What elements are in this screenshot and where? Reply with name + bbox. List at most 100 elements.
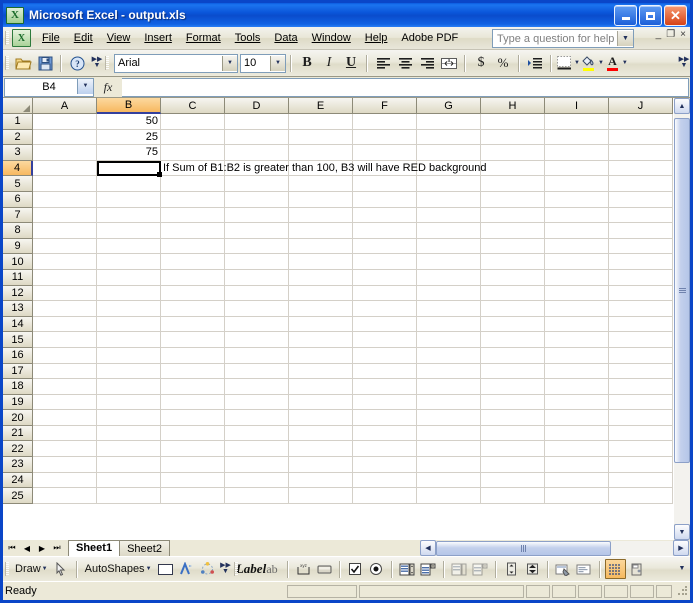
- cell-c23[interactable]: [161, 457, 225, 473]
- row-header-11[interactable]: 11: [3, 269, 33, 286]
- cell-c16[interactable]: [161, 347, 225, 364]
- column-header-i[interactable]: I: [545, 98, 609, 114]
- cell-g16[interactable]: [417, 347, 481, 364]
- align-right-button[interactable]: [416, 52, 438, 74]
- cell-h7[interactable]: [481, 207, 545, 224]
- row-header-18[interactable]: 18: [3, 379, 33, 395]
- cell-e23[interactable]: [289, 457, 353, 473]
- column-header-j[interactable]: J: [609, 98, 673, 114]
- cell-g8[interactable]: [417, 223, 481, 239]
- cell-h19[interactable]: [481, 394, 545, 411]
- cell-a17[interactable]: [33, 363, 97, 380]
- save-button[interactable]: [34, 52, 56, 74]
- cell-j13[interactable]: [609, 301, 673, 317]
- form-dropedit-button[interactable]: [470, 559, 491, 579]
- cell-f15[interactable]: [353, 332, 417, 348]
- cell-f20[interactable]: [353, 410, 417, 426]
- cell-i4[interactable]: [545, 160, 609, 177]
- horizontal-scroll-track[interactable]: [436, 540, 673, 556]
- cell-d10[interactable]: [225, 254, 289, 270]
- cell-h14[interactable]: [481, 316, 545, 333]
- font-color-button[interactable]: A: [604, 52, 621, 74]
- rectangle-button[interactable]: [155, 559, 176, 579]
- row-header-19[interactable]: 19: [3, 394, 33, 411]
- cell-f18[interactable]: [353, 379, 417, 395]
- cell-d19[interactable]: [225, 394, 289, 411]
- row-header-10[interactable]: 10: [3, 254, 33, 270]
- cell-h2[interactable]: [481, 129, 545, 146]
- cell-g11[interactable]: [417, 269, 481, 286]
- cell-b16[interactable]: [97, 347, 161, 364]
- cell-a8[interactable]: [33, 223, 97, 239]
- cell-f5[interactable]: [353, 176, 417, 192]
- cell-j16[interactable]: [609, 347, 673, 364]
- cell-b24[interactable]: [97, 472, 161, 489]
- cell-g2[interactable]: [417, 129, 481, 146]
- cell-e13[interactable]: [289, 301, 353, 317]
- cell-e22[interactable]: [289, 441, 353, 458]
- cell-b19[interactable]: [97, 394, 161, 411]
- cell-e25[interactable]: [289, 488, 353, 504]
- cell-c17[interactable]: [161, 363, 225, 380]
- cell-h15[interactable]: [481, 332, 545, 348]
- form-label-button[interactable]: Label: [236, 559, 266, 579]
- cell-a15[interactable]: [33, 332, 97, 348]
- cell-e14[interactable]: [289, 316, 353, 333]
- merge-and-center-button[interactable]: a: [438, 52, 460, 74]
- sheet-tab-sheet2[interactable]: Sheet2: [119, 540, 170, 556]
- cell-a12[interactable]: [33, 285, 97, 302]
- cell-j11[interactable]: [609, 269, 673, 286]
- cell-f2[interactable]: [353, 129, 417, 146]
- cell-i11[interactable]: [545, 269, 609, 286]
- cell-j3[interactable]: [609, 145, 673, 161]
- cell-d8[interactable]: [225, 223, 289, 239]
- cell-d20[interactable]: [225, 410, 289, 426]
- cell-b15[interactable]: [97, 332, 161, 348]
- insert-diagram-button[interactable]: [197, 559, 218, 579]
- vertical-scroll-track[interactable]: [674, 114, 690, 524]
- cell-f10[interactable]: [353, 254, 417, 270]
- cell-g14[interactable]: [417, 316, 481, 333]
- resize-grip-icon[interactable]: [677, 585, 688, 597]
- row-header-24[interactable]: 24: [3, 472, 33, 489]
- cell-g17[interactable]: [417, 363, 481, 380]
- row-header-15[interactable]: 15: [3, 332, 33, 348]
- next-sheet-button[interactable]: ▶: [35, 541, 49, 555]
- doc-minimize-button[interactable]: _: [656, 30, 662, 40]
- insert-function-button[interactable]: fx: [94, 80, 122, 95]
- cell-b4[interactable]: [97, 160, 162, 177]
- cell-g18[interactable]: [417, 379, 481, 395]
- formatting-grip-handle[interactable]: [105, 56, 109, 70]
- cell-b6[interactable]: [97, 191, 161, 208]
- maximize-button[interactable]: [639, 5, 662, 26]
- cell-j5[interactable]: [609, 176, 673, 192]
- cell-i22[interactable]: [545, 441, 609, 458]
- cell-g24[interactable]: [417, 472, 481, 489]
- bold-button[interactable]: B: [296, 52, 318, 74]
- cell-a16[interactable]: [33, 347, 97, 364]
- chevron-down-icon[interactable]: ▼: [270, 55, 285, 71]
- cell-j23[interactable]: [609, 457, 673, 473]
- cell-g3[interactable]: [417, 145, 481, 161]
- scroll-up-button[interactable]: ▲: [674, 98, 690, 114]
- cell-a19[interactable]: [33, 394, 97, 411]
- cell-h25[interactable]: [481, 488, 545, 504]
- cell-a2[interactable]: [33, 129, 97, 146]
- cell-g22[interactable]: [417, 441, 481, 458]
- column-header-c[interactable]: C: [161, 98, 225, 114]
- menu-grip-handle[interactable]: [5, 31, 9, 45]
- cell-a18[interactable]: [33, 379, 97, 395]
- cell-i24[interactable]: [545, 472, 609, 489]
- cell-a21[interactable]: [33, 425, 97, 442]
- scroll-right-button[interactable]: ▶: [673, 540, 689, 556]
- form-listbox-button[interactable]: [397, 559, 418, 579]
- cell-j4[interactable]: [609, 160, 673, 177]
- cell-f1[interactable]: [353, 114, 417, 130]
- cell-i13[interactable]: [545, 301, 609, 317]
- align-center-button[interactable]: [394, 52, 416, 74]
- cell-j17[interactable]: [609, 363, 673, 380]
- column-header-h[interactable]: H: [481, 98, 545, 114]
- cell-c3[interactable]: [161, 145, 225, 161]
- cell-c22[interactable]: [161, 441, 225, 458]
- column-header-g[interactable]: G: [417, 98, 481, 114]
